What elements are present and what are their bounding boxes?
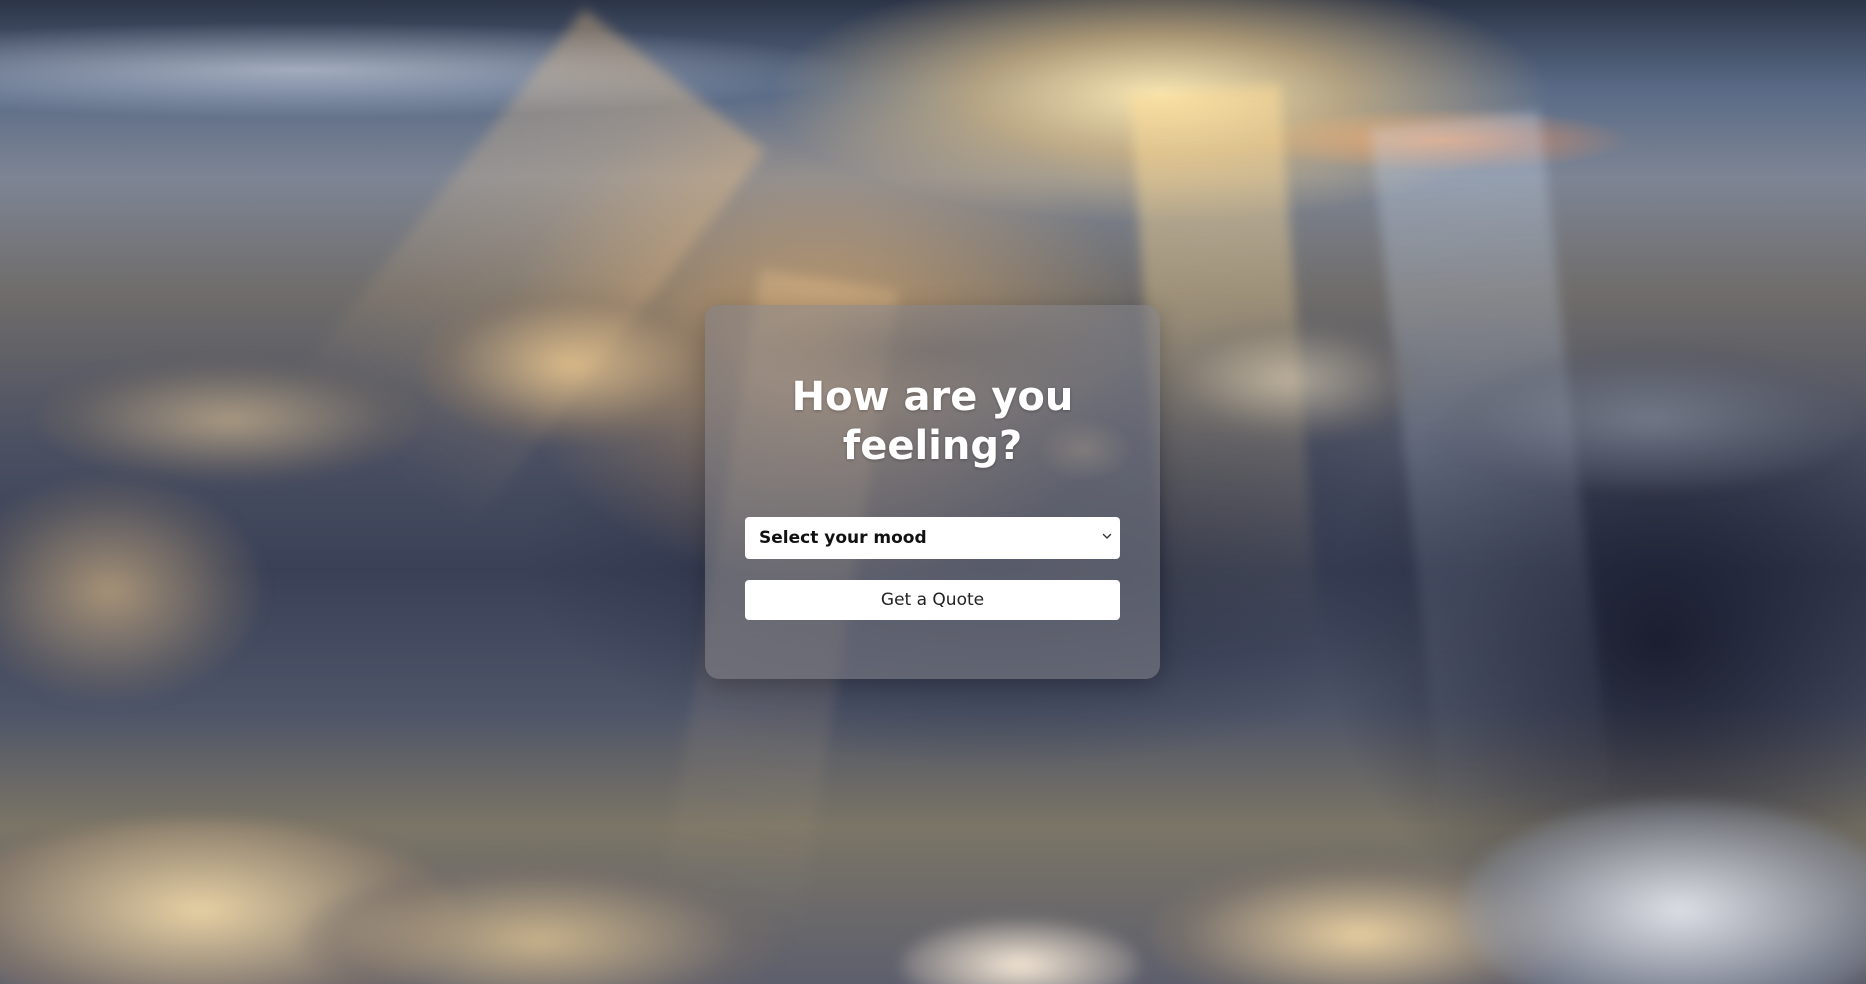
cloud [1440,350,1860,490]
cloud [0,480,260,700]
cloud [1160,320,1420,440]
get-quote-button[interactable]: Get a Quote [745,580,1120,620]
cloud [900,920,1140,984]
mood-select-value: Select your mood [759,528,927,548]
cloud [40,360,420,480]
page-title: How are you feeling? [791,374,1074,469]
chevron-down-icon [1102,533,1112,539]
cloud [420,290,720,440]
card-background-blur [705,305,1160,679]
mood-select[interactable]: Select your mood [745,517,1120,559]
mood-card: How are you feeling? Select your mood Ge… [705,305,1160,679]
